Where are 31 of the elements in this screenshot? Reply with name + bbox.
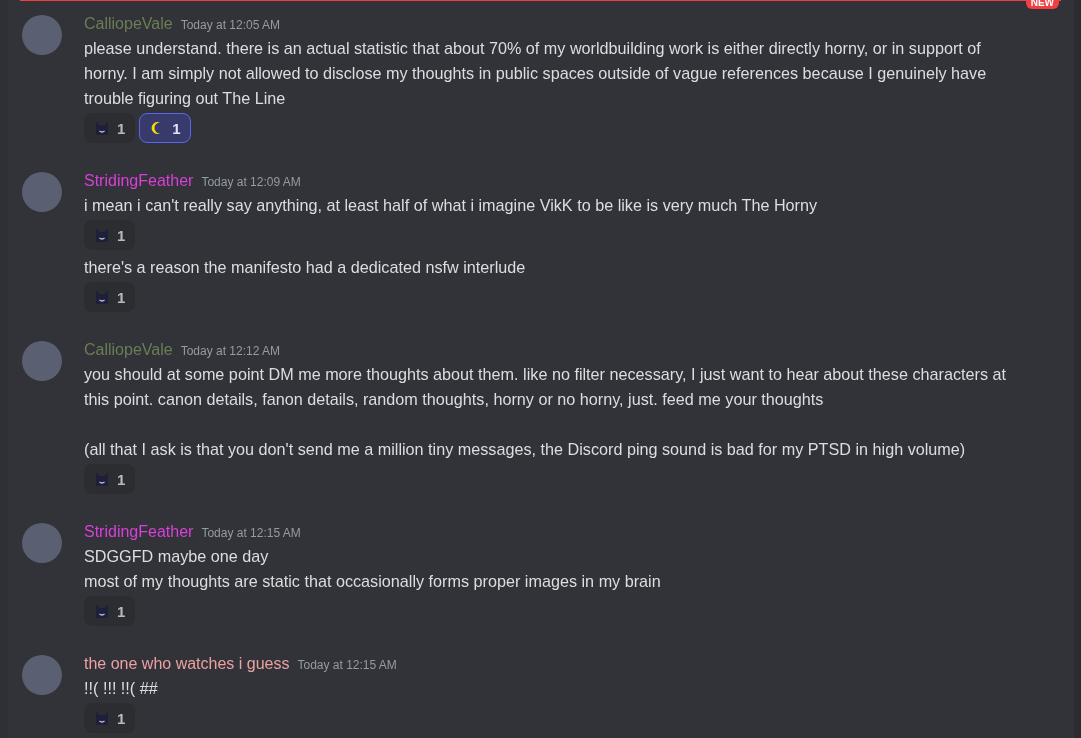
cat-emoji-icon — [94, 120, 110, 136]
avatar[interactable] — [22, 341, 62, 381]
reaction-button[interactable]: 1 — [84, 703, 136, 733]
message-text: please understand. there is an actual statistic that about 70% of my worldbuilding work is either directly horny, or in support of horny. I am simply not allowed to disclose my thoughts in public spaces outside of vague references because I genuinely have trouble figuring out The Line — [84, 38, 988, 109]
timestamp: Today at 12:09 AM — [201, 174, 301, 191]
reaction-button[interactable]: 1 — [84, 464, 136, 494]
cat-emoji-icon — [94, 603, 110, 619]
reaction-button[interactable]: 1 — [84, 113, 136, 143]
timestamp: Today at 12:05 AM — [180, 17, 281, 34]
reaction-button[interactable]: 1 — [139, 113, 191, 143]
reaction-button[interactable]: 1 — [84, 596, 136, 626]
timestamp: Today at 12:15 AM — [297, 657, 397, 674]
new-badge: NEW — [1025, 0, 1059, 9]
message-text: i mean i can't really say anything, at least half of what i imagine VikK to be like is very much The Horny — [84, 195, 819, 216]
cat-emoji-icon — [94, 227, 110, 243]
reaction-button[interactable]: 1 — [84, 282, 136, 312]
avatar[interactable] — [22, 655, 62, 695]
cat-emoji-icon — [94, 471, 110, 487]
message-text: there's a reason the manifesto had a dedicated nsfw interlude — [84, 257, 527, 278]
timestamp: Today at 12:15 AM — [201, 525, 301, 542]
username[interactable]: the one who watches i guess — [84, 653, 290, 675]
cat-emoji-icon — [94, 710, 110, 726]
reaction-button[interactable]: 1 — [84, 220, 136, 250]
avatar[interactable] — [22, 523, 62, 563]
avatar[interactable] — [22, 172, 62, 212]
message-text: you should at some point DM me more thoughts about them. like no filter necessary, I just want to hear about these characters at this point. canon details, fanon details, random thoughts, horny or no horny, just. feed me your thoughts (all that I ask is that you don't send me a million tiny messages, the Discord ping sound is bad for my PTSD in high volume) — [84, 364, 1007, 460]
message-text: SDGGFD maybe one day most of my thoughts are static that occasionally forms proper images in my brain — [84, 546, 662, 592]
message-text: !!( !!! !!( ## — [84, 678, 159, 699]
avatar[interactable] — [22, 15, 62, 55]
cat-emoji-icon — [94, 289, 110, 305]
timestamp: Today at 12:12 AM — [180, 343, 281, 360]
